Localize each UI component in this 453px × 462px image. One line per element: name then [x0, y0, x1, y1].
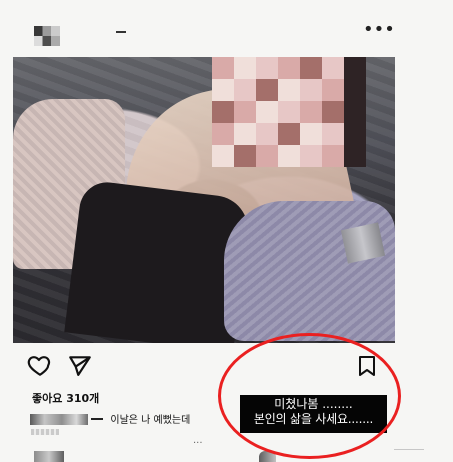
- send-icon[interactable]: [67, 353, 93, 379]
- username-placeholder[interactable]: [116, 31, 126, 33]
- caption-dash: [91, 418, 104, 420]
- photo-sleeve-right: [224, 201, 395, 341]
- small-more-indicator: ···: [193, 438, 203, 449]
- post-photo[interactable]: [13, 57, 395, 343]
- pixelated-avatar[interactable]: [34, 26, 60, 46]
- blurred-username[interactable]: [30, 414, 88, 425]
- caption-row: 이날은 나 예뻤는데: [30, 411, 190, 426]
- caption-text: 이날은 나 예뻤는데: [110, 415, 191, 426]
- heart-icon[interactable]: [27, 352, 53, 378]
- pixelated-face: [212, 57, 366, 179]
- bottom-divider: [394, 449, 424, 450]
- next-post-avatar-left[interactable]: [34, 451, 64, 462]
- annotation-red-circle: [218, 333, 401, 459]
- likes-count[interactable]: 좋아요 310개: [32, 390, 99, 406]
- post-header: •••: [0, 0, 453, 56]
- blurred-timestamp: [31, 429, 59, 435]
- more-options-button[interactable]: •••: [363, 19, 395, 40]
